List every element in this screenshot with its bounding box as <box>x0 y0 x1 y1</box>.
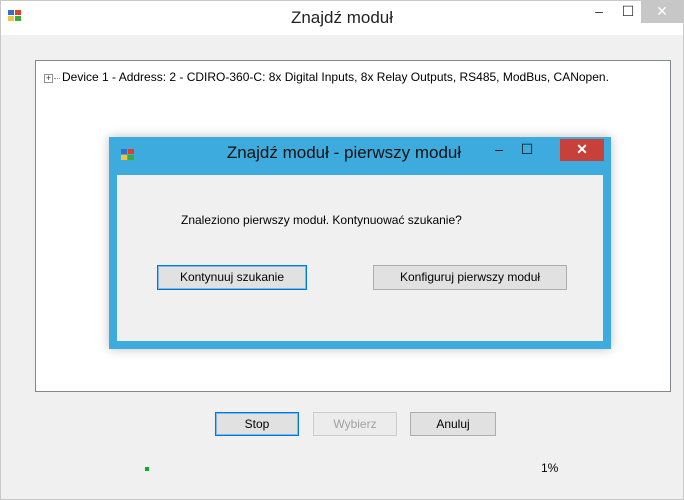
stop-button[interactable]: Stop <box>215 412 299 436</box>
tree-connector <box>54 78 60 79</box>
dialog-title: Znajdź moduł - pierwszy moduł <box>226 143 462 162</box>
main-title-bar[interactable]: Znajdź moduł – ☐ ✕ <box>1 1 683 35</box>
confirm-dialog: Znajdź moduł - pierwszy moduł – ☐ ✕ Znal… <box>109 137 611 349</box>
tree-expand-icon[interactable]: + <box>44 74 53 83</box>
progress-fill <box>145 467 149 471</box>
dialog-body: Znaleziono pierwszy moduł. Kontynuować s… <box>117 175 603 341</box>
dialog-close-button[interactable]: ✕ <box>560 139 604 161</box>
dialog-message: Znaleziono pierwszy moduł. Kontynuować s… <box>181 213 462 227</box>
progress-percent-label: 1% <box>541 461 559 475</box>
continue-search-button[interactable]: Kontynuuj szukanie <box>157 265 307 290</box>
dialog-minimize-button[interactable]: – <box>486 139 512 161</box>
maximize-button[interactable]: ☐ <box>615 1 641 23</box>
close-button[interactable]: ✕ <box>641 1 683 23</box>
tree-item-device-1[interactable]: Device 1 - Address: 2 - CDIRO-360-C: 8x … <box>62 70 609 84</box>
minimize-button[interactable]: – <box>586 1 612 23</box>
dialog-maximize-button[interactable]: ☐ <box>514 139 540 161</box>
progress-bar <box>145 467 538 471</box>
main-window-title: Znajdź moduł <box>290 8 394 27</box>
select-button[interactable]: Wybierz <box>313 412 397 436</box>
cancel-button[interactable]: Anuluj <box>410 412 496 436</box>
configure-first-module-button[interactable]: Konfiguruj pierwszy moduł <box>373 265 567 290</box>
